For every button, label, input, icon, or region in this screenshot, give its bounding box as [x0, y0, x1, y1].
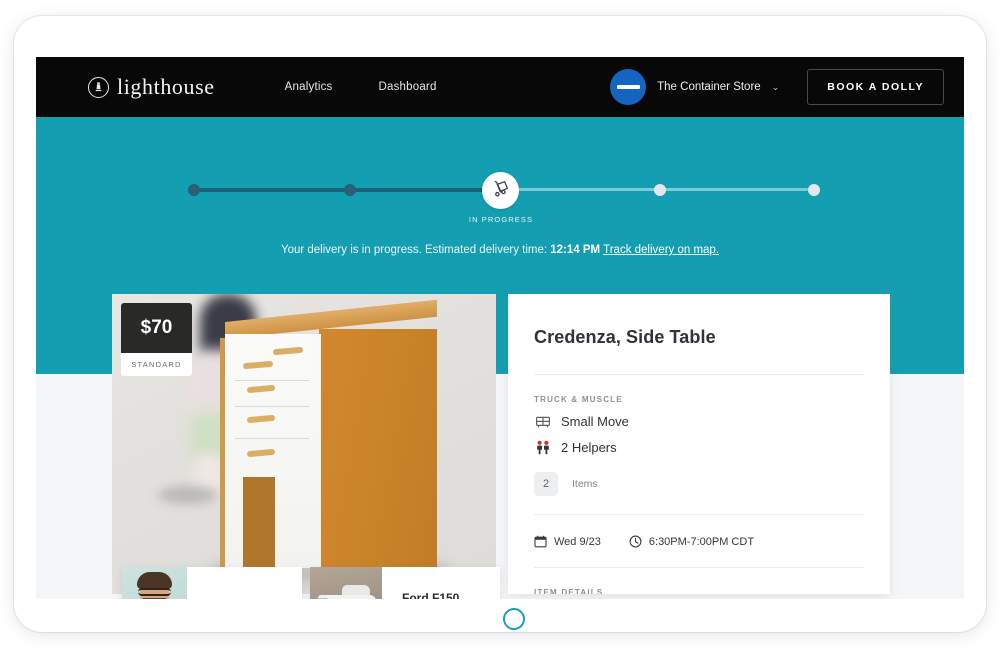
- driver-info: John S.: [187, 567, 252, 599]
- vehicle-card[interactable]: Ford F150 2016: [310, 567, 500, 599]
- credenza-handle-3: [246, 384, 276, 394]
- credenza-handle-5: [246, 448, 276, 458]
- avatar-bar: [616, 85, 640, 89]
- status-prefix: Your delivery is in progress. Estimated …: [280, 244, 548, 256]
- page-content: IN PROGRESS Your delivery is in progress…: [36, 117, 964, 599]
- divider-top: [534, 374, 864, 375]
- brand-name: lighthouse: [117, 74, 215, 99]
- brand-logo[interactable]: lighthouse: [88, 74, 215, 100]
- credenza-handle-1: [272, 346, 304, 356]
- items-row: 2 Items: [534, 472, 864, 496]
- book-a-dolly-button[interactable]: BOOK A DOLLY: [807, 69, 944, 105]
- progress-step-1[interactable]: [188, 184, 200, 196]
- navbar-right-group: The Container Store ⌄ BOOK A DOLLY: [610, 69, 944, 105]
- driver-card[interactable]: John S.: [122, 567, 302, 599]
- progress-step-5[interactable]: [808, 184, 820, 196]
- credenza-handle-2: [242, 360, 274, 370]
- clock-icon: [629, 535, 642, 548]
- no-entry-avatar-icon: [610, 69, 647, 105]
- order-detail-card: Credenza, Side Table TRUCK & MUSCLE Smal…: [508, 294, 890, 594]
- schedule-date: Wed 9/23: [534, 535, 601, 548]
- credenza-open-compartment: [243, 477, 275, 568]
- photo-person-shoe: [158, 486, 218, 504]
- delivery-item-photo: $70 STANDARD: [112, 294, 496, 594]
- device-screen: lighthouse Analytics Dashboard The Conta…: [36, 57, 964, 599]
- price-amount: $70: [121, 303, 192, 353]
- nav-link-dashboard[interactable]: Dashboard: [379, 81, 437, 93]
- price-badge: $70 STANDARD: [121, 303, 192, 376]
- driver-glasses-icon: [138, 588, 171, 596]
- truck-front-icon: [534, 413, 551, 430]
- credenza-drawer-line-1: [235, 380, 309, 381]
- track-delivery-on-map-link[interactable]: Track delivery on map.: [603, 244, 719, 256]
- lighthouse-circle-icon: [88, 76, 109, 98]
- progress-active-label: IN PROGRESS: [468, 215, 534, 224]
- progress-step-3-active[interactable]: [482, 172, 519, 209]
- items-label: Items: [572, 478, 598, 490]
- truck-and-muscle-label: TRUCK & MUSCLE: [534, 395, 623, 404]
- delivery-progress-tracker: IN PROGRESS: [188, 172, 820, 224]
- price-tier-label: STANDARD: [121, 353, 192, 376]
- driver-name: John S.: [207, 598, 252, 599]
- order-title: Credenza, Side Table: [534, 327, 716, 347]
- driver-hair: [137, 572, 172, 589]
- credenza-side-panel: [319, 329, 437, 568]
- vehicle-model: Ford F150: [402, 590, 460, 600]
- move-type-row: Small Move: [534, 413, 864, 430]
- items-count-badge: 2: [534, 472, 558, 496]
- progress-step-2[interactable]: [344, 184, 356, 196]
- vehicle-info: Ford F150 2016: [382, 567, 460, 600]
- driver-photo: [122, 567, 187, 599]
- schedule-time-label: 6:30PM-7:00PM CDT: [648, 535, 755, 548]
- progress-step-4[interactable]: [654, 184, 666, 196]
- divider-middle: [534, 514, 864, 515]
- schedule-row: Wed 9/23 6:30PM-7:00PM CDT: [534, 535, 864, 548]
- account-name: The Container Store: [657, 81, 761, 93]
- vehicle-photo: [310, 567, 382, 599]
- nav-links: Analytics Dashboard: [285, 81, 437, 93]
- tablet-device-frame: lighthouse Analytics Dashboard The Conta…: [14, 16, 986, 632]
- credenza-drawer-line-3: [235, 438, 309, 439]
- nav-link-analytics[interactable]: Analytics: [285, 81, 333, 93]
- credenza-drawer-line-2: [235, 406, 309, 407]
- truck-grille: [316, 598, 328, 599]
- two-people-icon: [534, 439, 551, 456]
- credenza-handle-4: [246, 414, 276, 424]
- top-navigation-bar: lighthouse Analytics Dashboard The Conta…: [36, 57, 964, 117]
- helpers-label: 2 Helpers: [561, 440, 617, 455]
- account-menu[interactable]: The Container Store ⌄: [610, 69, 779, 105]
- hand-truck-icon: [491, 179, 510, 203]
- schedule-time: 6:30PM-7:00PM CDT: [629, 535, 754, 548]
- divider-bottom: [534, 567, 864, 568]
- device-home-button[interactable]: [503, 608, 525, 630]
- calendar-icon: [534, 535, 547, 548]
- chevron-down-icon: ⌄: [771, 81, 780, 92]
- status-eta-time: 12:14 PM: [550, 244, 601, 256]
- item-details-label: ITEM DETAILS: [534, 588, 604, 594]
- driver-beard: [143, 598, 166, 599]
- helpers-row: 2 Helpers: [534, 439, 864, 456]
- delivery-status-line: Your delivery is in progress. Estimated …: [36, 244, 964, 256]
- schedule-date-label: Wed 9/23: [554, 535, 601, 548]
- move-type-label: Small Move: [561, 414, 629, 429]
